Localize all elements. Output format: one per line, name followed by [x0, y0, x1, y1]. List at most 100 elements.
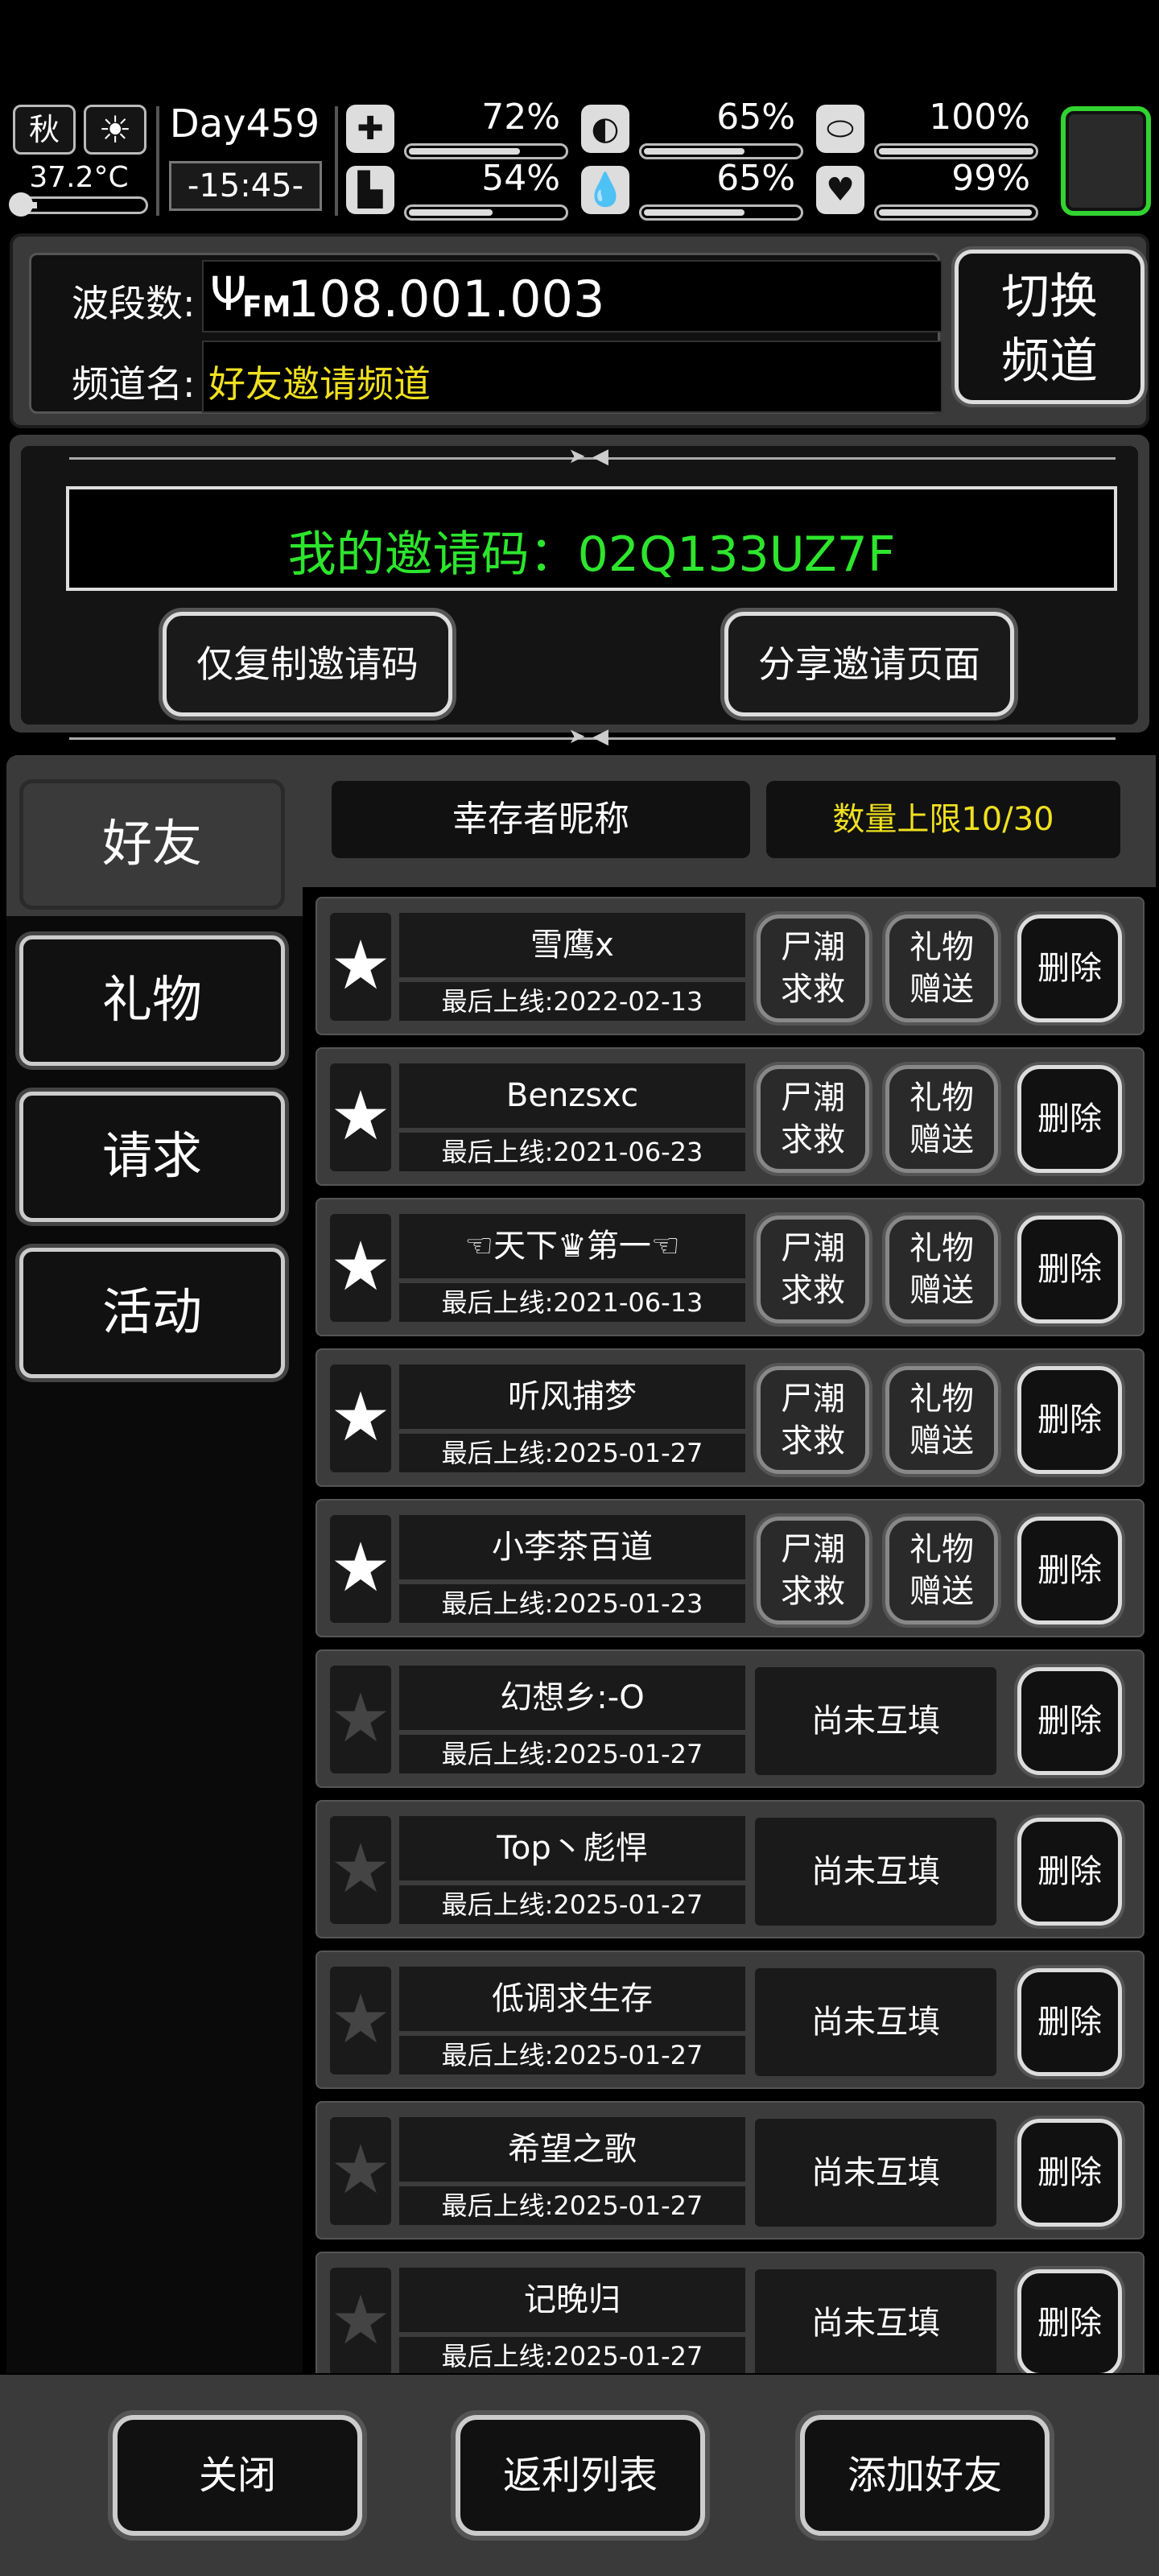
rescue-label-line1: 尸潮: [781, 929, 845, 966]
season-badge: 秋: [13, 105, 76, 155]
star-icon[interactable]: ★: [330, 1816, 391, 1924]
last-online: 最后上线:2022-02-13: [399, 982, 745, 1021]
delete-friend-button[interactable]: 删除: [1017, 914, 1122, 1022]
friend-row[interactable]: ★ ☜天下♛第一☜ 最后上线:2021-06-13 尸潮 求救 礼物 赠送 删除: [316, 1198, 1145, 1336]
friend-row[interactable]: ★ 低调求生存 最后上线:2025-01-27 尚未互填 删除: [316, 1951, 1145, 2089]
zombie-rescue-button[interactable]: 尸潮 求救: [757, 1517, 869, 1624]
star-icon[interactable]: ★: [330, 1666, 391, 1773]
star-icon[interactable]: ★: [330, 1214, 391, 1322]
send-gift-button[interactable]: 礼物 赠送: [885, 1517, 998, 1624]
friend-row[interactable]: ★ 希望之歌 最后上线:2025-01-27 尚未互填 删除: [316, 2101, 1145, 2240]
send-gift-button[interactable]: 礼物 赠送: [885, 1366, 998, 1474]
stat-value: 99%: [951, 158, 1030, 199]
delete-friend-button[interactable]: 删除: [1017, 1366, 1122, 1474]
rescue-label-line1: 尸潮: [781, 1230, 845, 1267]
invite-panel: ➤ ◀ 我的邀请码：02Q133UZ7F 仅复制邀请码 分享邀请页面 ➤ ◀: [10, 435, 1149, 749]
tab-events[interactable]: 活动: [19, 1248, 285, 1378]
delete-friend-button[interactable]: 删除: [1017, 1968, 1122, 2076]
star-icon[interactable]: ★: [330, 2268, 391, 2373]
friend-nickname: 记晚归: [399, 2268, 745, 2332]
star-icon[interactable]: ★: [330, 1063, 391, 1171]
star-icon[interactable]: ★: [330, 1364, 391, 1472]
delete-friend-button[interactable]: 删除: [1017, 2119, 1122, 2227]
tab-sidebar: 好友 礼物 请求 活动: [6, 755, 304, 2373]
last-online: 最后上线:2025-01-27: [399, 1885, 745, 1924]
stat-boot: ▙ 54%: [346, 158, 571, 221]
switch-channel-button[interactable]: 切换 频道: [955, 250, 1145, 404]
game-clock: -15:45-: [169, 161, 322, 211]
rescue-label-line1: 尸潮: [781, 1080, 845, 1117]
list-header: 幸存者昵称 数量上限10/30: [303, 755, 1156, 886]
antenna-icon: Ψ: [210, 266, 247, 321]
thermometer-bar: [9, 192, 148, 217]
divider: [335, 106, 338, 216]
friend-list[interactable]: ★ 雪鹰x 最后上线:2022-02-13 尸潮 求救 礼物 赠送 删除 ★ Benzsxc 最后上…: [303, 887, 1156, 2373]
delete-friend-button[interactable]: 删除: [1017, 1216, 1122, 1323]
stat-pill: ⬭ 100%: [816, 97, 1041, 159]
gift-label-line2: 赠送: [909, 1422, 974, 1459]
pending-status: 尚未互填: [755, 1968, 996, 2076]
delete-friend-button[interactable]: 删除: [1017, 1818, 1122, 1926]
zombie-rescue-button[interactable]: 尸潮 求救: [757, 1366, 869, 1474]
share-invite-page-button[interactable]: 分享邀请页面: [724, 612, 1014, 716]
stat-value: 72%: [481, 97, 560, 138]
pill-icon: ⬭: [816, 105, 864, 153]
menu-button[interactable]: [1061, 106, 1151, 216]
friend-row[interactable]: ★ Benzsxc 最后上线:2021-06-23 尸潮 求救 礼物 赠送 删除: [316, 1047, 1145, 1186]
pending-status: 尚未互填: [755, 1818, 996, 1926]
last-online: 最后上线:2025-01-27: [399, 2186, 745, 2225]
friend-row[interactable]: ★ Top丶彪悍 最后上线:2025-01-27 尚未互填 删除: [316, 1800, 1145, 1938]
friend-row[interactable]: ★ 听风捕梦 最后上线:2025-01-27 尸潮 求救 礼物 赠送 删除: [316, 1348, 1145, 1487]
friend-row[interactable]: ★ 小李茶百道 最后上线:2025-01-23 尸潮 求救 礼物 赠送 删除: [316, 1499, 1145, 1637]
friend-nickname: 听风捕梦: [399, 1364, 745, 1429]
friend-row[interactable]: ★ 记晚归 最后上线:2025-01-27 尚未互填 删除: [316, 2252, 1145, 2373]
stat-heart: ♥ 99%: [816, 158, 1041, 221]
zombie-rescue-button[interactable]: 尸潮 求救: [757, 1065, 869, 1173]
friend-nickname: 低调求生存: [399, 1967, 745, 2031]
star-icon[interactable]: ★: [330, 913, 391, 1021]
gift-label-line1: 礼物: [909, 1531, 974, 1568]
stat-water-drop: 💧 65%: [581, 158, 806, 221]
stat-stomach: ◐ 65%: [581, 97, 806, 159]
friend-row[interactable]: ★ 幻想乡:-O 最后上线:2025-01-27 尚未互填 删除: [316, 1649, 1145, 1788]
rebate-list-button[interactable]: 返利列表: [456, 2415, 705, 2536]
friend-row[interactable]: ★ 雪鹰x 最后上线:2022-02-13 尸潮 求救 礼物 赠送 删除: [316, 897, 1145, 1035]
last-online: 最后上线:2025-01-27: [399, 2337, 745, 2373]
star-icon[interactable]: ★: [330, 1967, 391, 2074]
send-gift-button[interactable]: 礼物 赠送: [885, 1216, 998, 1323]
water-drop-icon: 💧: [581, 166, 629, 214]
radio-panel: 波段数: Ψ FM 108.001.003 频道名: 好友邀请频道 切换 频道: [10, 233, 1149, 428]
stat-value: 65%: [716, 158, 795, 199]
delete-friend-button[interactable]: 删除: [1017, 1517, 1122, 1624]
tab-gifts[interactable]: 礼物: [19, 935, 285, 1066]
zombie-rescue-button[interactable]: 尸潮 求救: [757, 1216, 869, 1323]
stat-value: 65%: [716, 97, 795, 138]
tab-friends[interactable]: 好友: [19, 779, 285, 910]
send-gift-button[interactable]: 礼物 赠送: [885, 914, 998, 1022]
send-gift-button[interactable]: 礼物 赠送: [885, 1065, 998, 1173]
divider-line: ➤ ◀: [69, 724, 1116, 749]
star-icon[interactable]: ★: [330, 2117, 391, 2225]
friend-limit-counter: 数量上限10/30: [766, 781, 1120, 858]
delete-friend-button[interactable]: 删除: [1017, 2269, 1122, 2373]
stat-bar: [404, 204, 568, 221]
tab-requests[interactable]: 请求: [19, 1092, 285, 1222]
add-friend-button[interactable]: 添加好友: [800, 2415, 1050, 2536]
delete-friend-button[interactable]: 删除: [1017, 1065, 1122, 1173]
channel-label: 频道名:: [72, 362, 196, 406]
switch-label-line2: 频道: [1001, 333, 1098, 390]
zombie-rescue-button[interactable]: 尸潮 求救: [757, 914, 869, 1022]
gift-label-line2: 赠送: [909, 1121, 974, 1158]
radio-info: 波段数: Ψ FM 108.001.003 频道名: 好友邀请频道: [29, 253, 942, 414]
day-counter: Day459: [169, 101, 320, 147]
delete-friend-button[interactable]: 删除: [1017, 1667, 1122, 1775]
star-icon[interactable]: ★: [330, 1515, 391, 1623]
friend-list-panel: 幸存者昵称 数量上限10/30 ★ 雪鹰x 最后上线:2022-02-13 尸潮 求救礼…: [303, 755, 1156, 2373]
copy-invite-code-button[interactable]: 仅复制邀请码: [163, 612, 452, 716]
gift-label-line1: 礼物: [909, 1080, 974, 1117]
thermometer-fill: [28, 202, 37, 208]
gift-label-line2: 赠送: [909, 1573, 974, 1610]
invite-code-box: 我的邀请码：02Q133UZ7F: [66, 486, 1117, 591]
close-button[interactable]: 关闭: [113, 2415, 362, 2536]
gift-label-line1: 礼物: [909, 929, 974, 966]
